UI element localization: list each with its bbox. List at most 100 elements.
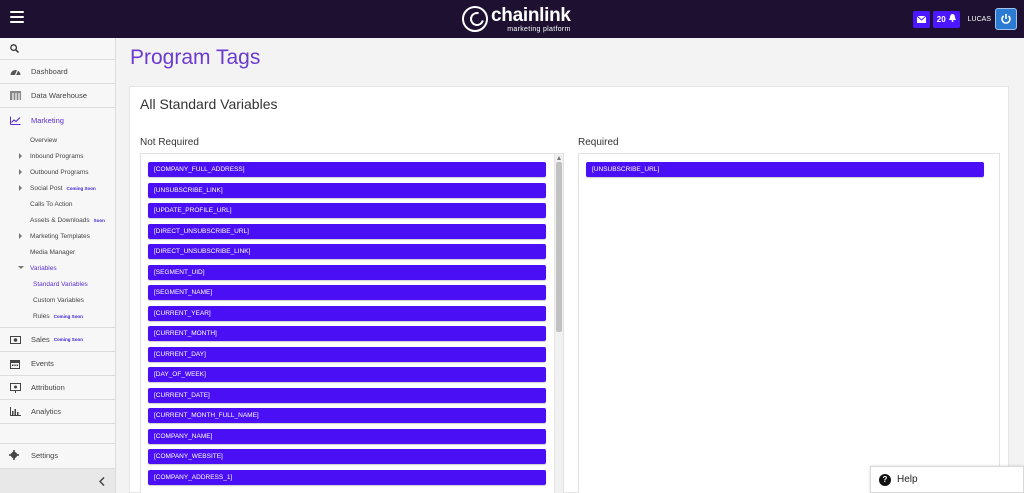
- sidebar-item-analytics[interactable]: Analytics: [0, 400, 115, 424]
- bar-chart-icon: [9, 407, 21, 417]
- required-list[interactable]: [UNSUBSCRIBE_URL]: [578, 153, 1000, 493]
- sidebar-sub-label: Social Post: [30, 184, 63, 192]
- help-label: Help: [897, 474, 918, 485]
- sidebar-search[interactable]: [0, 38, 115, 60]
- calendar-icon: [9, 359, 21, 369]
- variable-tag[interactable]: [CURRENT_MONTH_FULL_NAME]: [148, 408, 546, 423]
- sidebar-item-events[interactable]: Events: [0, 352, 115, 376]
- sidebar-sub-label: Rules: [33, 312, 50, 320]
- sidebar: Dashboard Data Warehouse Marketing Overv…: [0, 38, 116, 493]
- power-icon: [1001, 14, 1011, 24]
- sidebar-sub-label: Custom Variables: [33, 296, 84, 304]
- money-icon: [9, 335, 21, 345]
- logo-sub-text: marketing platform: [507, 25, 571, 33]
- top-bar: chainlink marketing platform 20 LUCAS: [0, 0, 1024, 38]
- sidebar-sub-label: Outbound Programs: [30, 168, 89, 176]
- sidebar-sub-label: Variables: [30, 264, 57, 272]
- dashboard-icon: [9, 67, 21, 77]
- not-required-list[interactable]: [COMPANY_ADDRESS_1] [COMPANY_WEBSITE] [COM…: [140, 153, 564, 493]
- hamburger-icon[interactable]: [10, 11, 24, 23]
- caret-right-icon: [19, 153, 22, 159]
- sidebar-sub-assets-downloads[interactable]: Assets & Downloads Soon: [0, 212, 115, 228]
- sidebar-item-label: Events: [31, 359, 54, 368]
- logo-mark-icon: [462, 6, 488, 32]
- sidebar-item-label: Analytics: [31, 407, 62, 416]
- mail-icon: [916, 15, 926, 23]
- logo[interactable]: chainlink marketing platform: [462, 4, 571, 34]
- variable-tag[interactable]: [COMPANY_WEBSITE]: [148, 449, 546, 464]
- sidebar-sub-custom-variables[interactable]: Custom Variables: [0, 292, 115, 308]
- sidebar-item-settings[interactable]: Settings: [0, 443, 115, 467]
- variable-tag[interactable]: [UPDATE_PROFILE_URL]: [148, 203, 546, 218]
- required-label: Required: [578, 137, 619, 148]
- coming-soon-badge: Coming Soon: [53, 313, 83, 319]
- sidebar-sub-outbound-programs[interactable]: Outbound Programs: [0, 164, 115, 180]
- sidebar-sub-media-manager[interactable]: Media Manager: [0, 244, 115, 260]
- sidebar-sub-calls-to-action[interactable]: Calls To Action: [0, 196, 115, 212]
- variable-tag[interactable]: [CURRENT_DATE]: [148, 387, 546, 403]
- variable-tag[interactable]: [CURRENT_YEAR]: [148, 305, 546, 321]
- sidebar-sub-overview[interactable]: Overview: [0, 132, 115, 148]
- sidebar-item-sales[interactable]: Sales Coming Soon: [0, 328, 115, 352]
- chevron-left-icon: [99, 476, 105, 486]
- notifications-button[interactable]: 20: [932, 10, 960, 28]
- sidebar-sub-variables[interactable]: Variables: [0, 260, 115, 276]
- sidebar-item-marketing[interactable]: Marketing: [0, 108, 115, 132]
- sidebar-item-label: Dashboard: [31, 67, 68, 76]
- scrollbar[interactable]: [554, 154, 563, 493]
- sidebar-item-dashboard[interactable]: Dashboard: [0, 60, 115, 84]
- variable-tag[interactable]: [DAY_OF_WEEK]: [148, 367, 546, 382]
- bell-icon: [948, 14, 956, 24]
- user-name[interactable]: LUCAS: [968, 16, 991, 23]
- gear-icon: [9, 449, 21, 462]
- variable-tag[interactable]: [DIRECT_UNSUBSCRIBE_URL]: [148, 223, 546, 239]
- sidebar-item-label: Marketing: [31, 115, 64, 125]
- scroll-up-icon[interactable]: [557, 156, 561, 160]
- caret-right-icon: [19, 169, 22, 175]
- search-icon: [10, 44, 19, 53]
- power-button[interactable]: [995, 8, 1017, 30]
- sidebar-item-label: Attribution: [31, 383, 65, 392]
- variable-tag[interactable]: [COMPANY_FULL_ADDRESS]: [148, 162, 546, 177]
- variable-tag[interactable]: [CURRENT_DAY]: [148, 346, 546, 362]
- coming-soon-badge: Coming Soon: [66, 185, 96, 191]
- sidebar-item-label: Settings: [31, 451, 59, 460]
- variable-tag[interactable]: [COMPANY_NAME]: [148, 428, 546, 444]
- sidebar-sub-rules[interactable]: Rules Coming Soon: [0, 308, 115, 324]
- coming-soon-badge: Coming Soon: [53, 337, 84, 342]
- variable-tag[interactable]: [CURRENT_MONTH]: [148, 326, 546, 341]
- variable-tag[interactable]: [SEGMENT_NAME]: [148, 285, 546, 300]
- scroll-thumb[interactable]: [556, 162, 562, 332]
- soon-badge: Soon: [93, 217, 105, 223]
- variable-tag[interactable]: [COMPANY_ADDRESS_1]: [148, 469, 546, 485]
- sidebar-item-attribution[interactable]: Attribution: [0, 376, 115, 400]
- sidebar-sub-label: Standard Variables: [33, 280, 88, 288]
- presentation-icon: [9, 382, 21, 393]
- mail-button[interactable]: [912, 10, 930, 28]
- variable-tag[interactable]: [UNSUBSCRIBE_URL]: [586, 162, 984, 177]
- page-title: Program Tags: [130, 46, 261, 69]
- logo-main-text: chainlink: [491, 4, 571, 26]
- chart-line-icon: [9, 115, 21, 125]
- sidebar-collapse-button[interactable]: [0, 468, 115, 493]
- variables-card: All Standard Variables Not Required Requ…: [129, 86, 1009, 493]
- sidebar-item-data-warehouse[interactable]: Data Warehouse: [0, 84, 115, 108]
- sidebar-item-label: Data Warehouse: [31, 91, 88, 100]
- sidebar-sub-marketing-templates[interactable]: Marketing Templates: [0, 228, 115, 244]
- sidebar-sub-standard-variables[interactable]: Standard Variables: [0, 276, 115, 292]
- sidebar-sub-label: Marketing Templates: [30, 232, 90, 240]
- variable-tag[interactable]: [UNSUBSCRIBE_LINK]: [148, 182, 546, 198]
- sidebar-sub-social-post[interactable]: Social Post Coming Soon: [0, 180, 115, 196]
- card-title: All Standard Variables: [140, 96, 278, 112]
- help-button[interactable]: ? Help: [870, 466, 1024, 493]
- sidebar-item-label: Sales: [31, 335, 50, 344]
- caret-right-icon: [19, 185, 22, 191]
- sidebar-sub-label: Media Manager: [30, 248, 76, 256]
- variable-tag[interactable]: [DIRECT_UNSUBSCRIBE_LINK]: [148, 244, 546, 259]
- warehouse-icon: [9, 91, 21, 101]
- not-required-label: Not Required: [140, 137, 199, 148]
- variable-tag[interactable]: [SEGMENT_UID]: [148, 264, 546, 280]
- caret-right-icon: [19, 233, 22, 239]
- sidebar-sub-inbound-programs[interactable]: Inbound Programs: [0, 148, 115, 164]
- sidebar-sub-label: Assets & Downloads: [30, 216, 90, 224]
